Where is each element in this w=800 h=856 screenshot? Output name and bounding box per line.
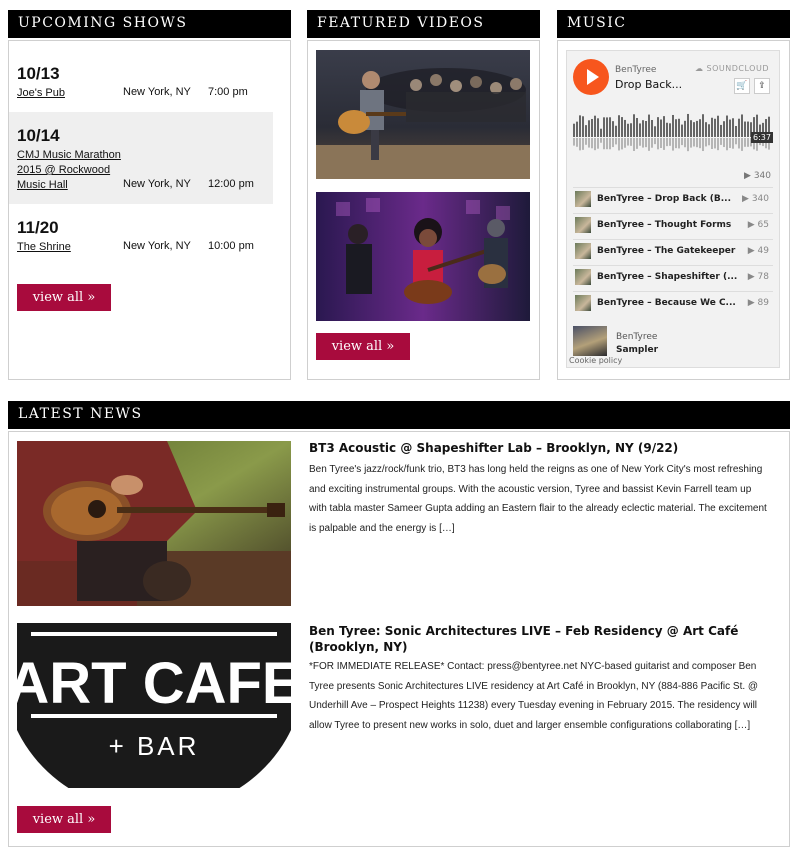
- show-city: New York, NY: [123, 240, 191, 252]
- music-header: MUSIC: [557, 10, 790, 38]
- track-list-item[interactable]: BenTyree – Shapeshifter (... ▶ 78: [573, 265, 773, 289]
- track-list-item[interactable]: BenTyree – Thought Forms ▶ 65: [573, 213, 773, 237]
- show-city: New York, NY: [123, 178, 191, 190]
- track-duration: 6:37: [751, 132, 773, 143]
- logo-line-1: ART CAFE: [17, 651, 291, 716]
- track-name: BenTyree – Because We C...: [597, 298, 736, 308]
- video-acoustic-image: [316, 50, 530, 179]
- track-artwork: [575, 191, 591, 207]
- shows-view-all-button[interactable]: view all »: [17, 284, 111, 311]
- art-cafe-logo: ART CAFE + BAR: [17, 623, 291, 788]
- show-venue-link[interactable]: Joe's Pub: [17, 86, 127, 101]
- play-count: ▶ 340: [744, 171, 771, 181]
- track-artwork: [575, 269, 591, 285]
- news-excerpt: Ben Tyree's jazz/rock/funk trio, BT3 has…: [309, 464, 767, 534]
- buy-cart-icon[interactable]: 🛒: [734, 78, 750, 94]
- soundcloud-brand-text: SOUNDCLOUD: [706, 64, 769, 73]
- track-artwork: [575, 295, 591, 311]
- show-date: 10/13: [17, 64, 60, 83]
- upcoming-shows-header: UPCOMING SHOWS: [8, 10, 291, 38]
- featured-videos-header: FEATURED VIDEOS: [307, 10, 540, 38]
- news-view-all-button[interactable]: view all »: [17, 806, 111, 833]
- show-city: New York, NY: [123, 86, 191, 98]
- track-play-count: ▶ 78: [747, 272, 769, 282]
- soundcloud-logo[interactable]: ☁ SOUNDCLOUD: [695, 64, 769, 73]
- videos-view-all-button[interactable]: view all »: [316, 333, 410, 360]
- show-time: 12:00 pm: [208, 178, 254, 190]
- track-play-count: ▶ 340: [742, 194, 769, 204]
- cookie-policy-link[interactable]: Cookie policy: [569, 356, 622, 365]
- show-venue-link[interactable]: The Shrine: [17, 240, 127, 255]
- video-thumbnail-live[interactable]: [316, 192, 530, 321]
- track-play-count: ▶ 49: [747, 246, 769, 256]
- logo-line-2: + BAR: [109, 731, 200, 761]
- track-play-count: ▶ 89: [747, 298, 769, 308]
- playlist-artist[interactable]: BenTyree: [616, 332, 657, 342]
- video-thumbnail-acoustic[interactable]: [316, 50, 530, 179]
- news-image-guitarist[interactable]: [17, 441, 291, 606]
- playlist-artwork[interactable]: [573, 326, 607, 356]
- news-image-art-cafe[interactable]: ART CAFE + BAR: [17, 623, 291, 788]
- sc-artist-name[interactable]: BenTyree: [615, 65, 656, 75]
- show-venue-link[interactable]: CMJ Music Marathon 2015 @ Rockwood Music…: [17, 148, 127, 193]
- soundcloud-widget: BenTyree Drop Back... ☁ SOUNDCLOUD 🛒 ⇪ 6…: [566, 50, 780, 368]
- show-item: 10/13 Joe's Pub New York, NY 7:00 pm: [9, 58, 273, 110]
- show-item: 11/20 The Shrine New York, NY 10:00 pm: [9, 212, 273, 264]
- track-play-count: ▶ 65: [747, 220, 769, 230]
- track-name: BenTyree – Shapeshifter (...: [597, 272, 737, 282]
- news-title-link[interactable]: Ben Tyree: Sonic Architectures LIVE – Fe…: [309, 623, 769, 655]
- track-list-item[interactable]: BenTyree – The Gatekeeper ▶ 49: [573, 239, 773, 263]
- track-artwork: [575, 243, 591, 259]
- play-button[interactable]: [573, 59, 609, 95]
- news-title-link[interactable]: BT3 Acoustic @ Shapeshifter Lab – Brookl…: [309, 440, 769, 456]
- show-item: 10/14 CMJ Music Marathon 2015 @ Rockwood…: [9, 112, 273, 204]
- video-live-image: [316, 192, 530, 321]
- guitarist-photo: [17, 441, 291, 606]
- track-list-item[interactable]: BenTyree – Drop Back (B... ▶ 340: [573, 187, 773, 211]
- track-name: BenTyree – Drop Back (B...: [597, 194, 732, 204]
- playlist-title[interactable]: Sampler: [616, 345, 658, 355]
- sc-track-title[interactable]: Drop Back...: [615, 78, 682, 91]
- show-time: 7:00 pm: [208, 86, 248, 98]
- show-date: 11/20: [17, 218, 59, 237]
- show-time: 10:00 pm: [208, 240, 254, 252]
- track-artwork: [575, 217, 591, 233]
- track-list-item[interactable]: BenTyree – Because We C... ▶ 89: [573, 291, 773, 315]
- waveform[interactable]: [573, 107, 773, 157]
- share-icon[interactable]: ⇪: [754, 78, 770, 94]
- show-date: 10/14: [17, 126, 60, 145]
- latest-news-header: LATEST NEWS: [8, 401, 790, 429]
- track-name: BenTyree – Thought Forms: [597, 220, 732, 230]
- track-name: BenTyree – The Gatekeeper: [597, 246, 736, 256]
- news-excerpt: *FOR IMMEDIATE RELEASE* Contact: press@b…: [309, 661, 759, 731]
